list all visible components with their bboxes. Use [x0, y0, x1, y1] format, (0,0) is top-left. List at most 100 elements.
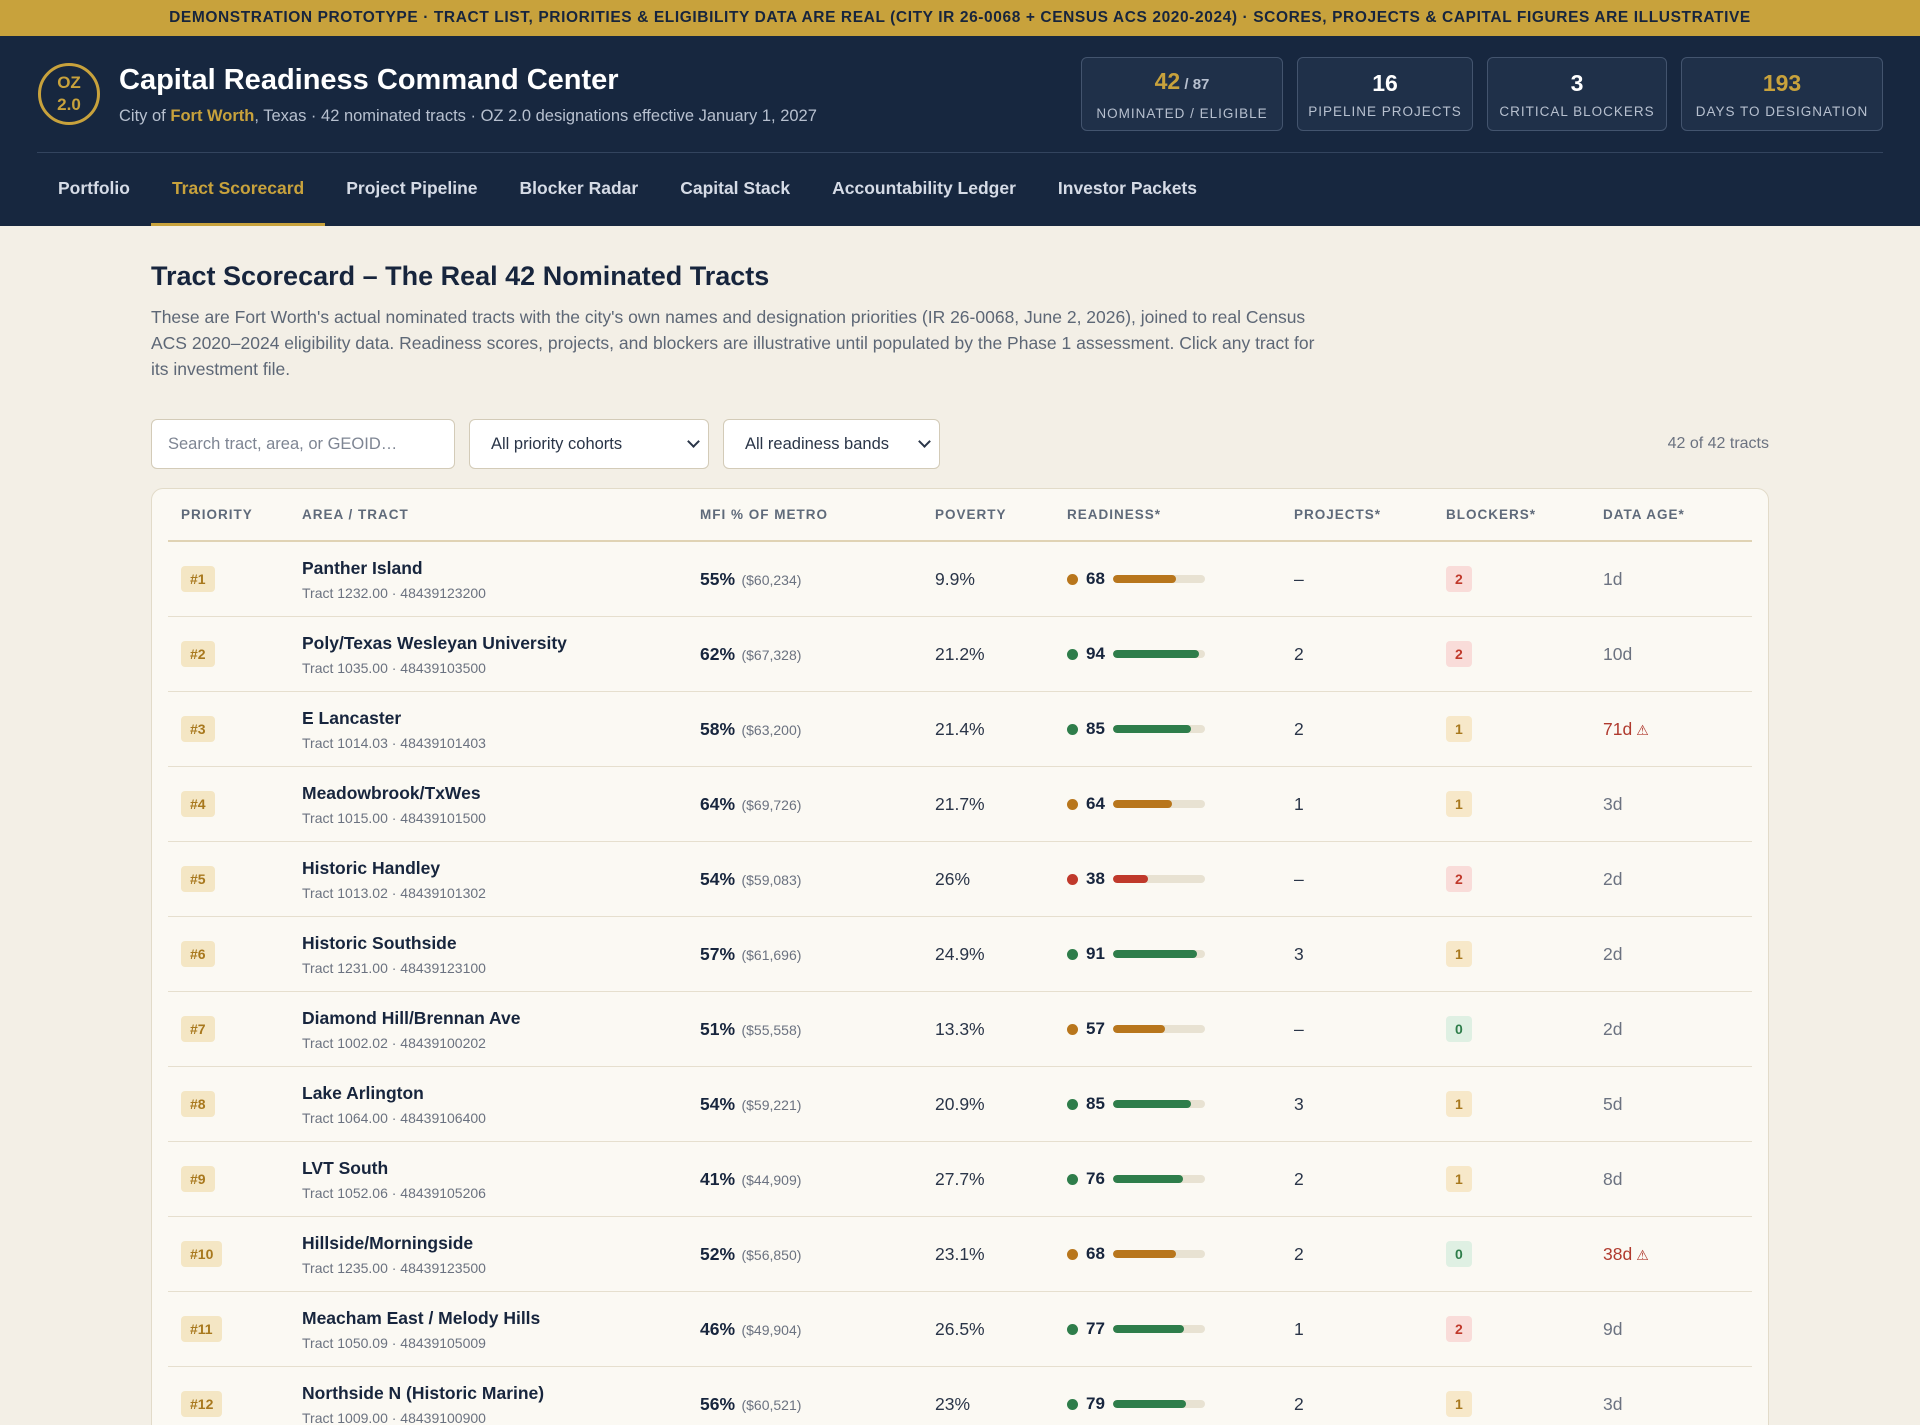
readiness-dot	[1067, 948, 1078, 960]
data-age: 38d ⚠	[1603, 1244, 1649, 1264]
search-input[interactable]	[151, 419, 455, 469]
stat-pipeline-projects: 16 PIPELINE PROJECTS	[1297, 57, 1473, 131]
col-data-age: DATA AGE*	[1603, 507, 1685, 522]
tab-portfolio[interactable]: Portfolio	[37, 153, 151, 226]
mfi-dollars: ($60,521)	[741, 1396, 802, 1413]
table-row[interactable]: #5 Historic Handley Tract 1013.02 · 484391…	[168, 842, 1752, 917]
tab-capital-stack[interactable]: Capital Stack	[659, 153, 811, 226]
readiness-dot	[1067, 1098, 1078, 1110]
readiness-score: 68	[1086, 569, 1105, 588]
poverty-cell: 13.3%	[935, 1018, 985, 1039]
mfi-percent: 57%	[700, 943, 736, 964]
area-tract-cell: Poly/Texas Wesleyan University Tract 1035…	[302, 633, 700, 676]
readiness-bar-fill	[1113, 575, 1176, 583]
mfi-percent: 46%	[700, 1318, 736, 1339]
table-row[interactable]: #3 E Lancaster Tract 1014.03 · 48439101403…	[168, 692, 1752, 767]
readiness-score: 77	[1086, 1319, 1105, 1338]
city-name: Fort Worth	[170, 106, 255, 125]
readiness-indicator: 85	[1067, 719, 1294, 739]
readiness-band-select[interactable]: All readiness bands	[723, 419, 940, 469]
blocker-badge: 0	[1446, 1241, 1472, 1267]
blocker-badge: 1	[1446, 941, 1472, 967]
tract-name: Historic Handley	[302, 857, 441, 878]
readiness-bar	[1113, 1025, 1205, 1033]
priority-cell: #11	[168, 1316, 302, 1342]
mfi-dollars: ($44,909)	[741, 1171, 802, 1188]
readiness-bar	[1113, 1250, 1205, 1258]
poverty-cell: 26%	[935, 868, 971, 889]
tract-name: Poly/Texas Wesleyan University	[302, 632, 567, 653]
table-row[interactable]: #7 Diamond Hill/Brennan Ave Tract 1002.02 …	[168, 992, 1752, 1067]
stat-label: DAYS TO DESIGNATION	[1695, 103, 1869, 119]
table-row[interactable]: #4 Meadowbrook/TxWes Tract 1015.00 · 48439…	[168, 767, 1752, 842]
area-tract-cell: Historic Handley Tract 1013.02 · 48439101…	[302, 858, 700, 901]
data-age-cell: 2d	[1603, 869, 1752, 890]
tract-id: Tract 1232.00 · 48439123200	[302, 584, 486, 601]
table-row[interactable]: #8 Lake Arlington Tract 1064.00 · 48439106…	[168, 1067, 1752, 1142]
mfi-cell: 54% ($59,083)	[700, 869, 935, 890]
tract-name: E Lancaster	[302, 707, 402, 728]
tab-investor-packets[interactable]: Investor Packets	[1037, 153, 1218, 226]
app-title: Capital Readiness Command Center	[119, 63, 619, 96]
readiness-bar-fill	[1113, 725, 1192, 733]
table-row[interactable]: #1 Panther Island Tract 1232.00 · 48439123…	[168, 542, 1752, 617]
tract-name: Diamond Hill/Brennan Ave	[302, 1007, 521, 1028]
mfi-cell: 58% ($63,200)	[700, 719, 935, 740]
table-body: #1 Panther Island Tract 1232.00 · 48439123…	[168, 542, 1752, 1425]
tab-blocker-radar[interactable]: Blocker Radar	[499, 153, 660, 226]
projects-cell: 2	[1294, 718, 1304, 739]
area-tract-cell: Northside N (Historic Marine) Tract 1009.…	[302, 1383, 700, 1425]
tab-tract-scorecard[interactable]: Tract Scorecard	[150, 153, 326, 226]
tract-id: Tract 1014.03 · 48439101403	[302, 734, 486, 751]
readiness-indicator: 38	[1067, 869, 1294, 889]
priority-cohort-select[interactable]: All priority cohorts	[469, 419, 709, 469]
readiness-bar	[1113, 950, 1205, 958]
readiness-dot	[1067, 1023, 1078, 1035]
projects-cell: 3	[1294, 943, 1304, 964]
readiness-indicator: 64	[1067, 794, 1294, 814]
subtitle-pre: City of	[119, 106, 171, 125]
projects-cell: 2	[1294, 643, 1304, 664]
mfi-dollars: ($59,221)	[741, 1096, 802, 1113]
readiness-bar-fill	[1113, 650, 1200, 658]
readiness-cell: 94	[1067, 644, 1294, 664]
mfi-dollars: ($61,696)	[741, 946, 802, 963]
main-content: Tract Scorecard – The Real 42 Nominated …	[0, 261, 1920, 1425]
tract-count: 42 of 42 tracts	[1667, 435, 1769, 452]
oz-logo: OZ 2.0	[38, 63, 100, 125]
readiness-score: 85	[1086, 1094, 1105, 1113]
stat-label: CRITICAL BLOCKERS	[1499, 103, 1655, 119]
stat-nominated-suffix: / 87	[1180, 75, 1210, 93]
blocker-badge: 2	[1446, 866, 1472, 892]
table-row[interactable]: #6 Historic Southside Tract 1231.00 · 4843…	[168, 917, 1752, 992]
blocker-badge: 2	[1446, 1316, 1472, 1342]
readiness-bar	[1113, 725, 1205, 733]
data-age-cell: 2d	[1603, 944, 1752, 965]
priority-cell: #5	[168, 866, 302, 892]
readiness-score: 79	[1086, 1394, 1105, 1413]
table-row[interactable]: #12 Northside N (Historic Marine) Tract 10…	[168, 1367, 1752, 1425]
table-row[interactable]: #9 LVT South Tract 1052.06 · 48439105206 41…	[168, 1142, 1752, 1217]
area-tract-cell: Hillside/Morningside Tract 1235.00 · 4843…	[302, 1233, 700, 1276]
priority-cell: #8	[168, 1091, 302, 1117]
tract-name: Meacham East / Melody Hills	[302, 1307, 541, 1328]
priority-cell: #4	[168, 791, 302, 817]
data-age-value: 2d	[1603, 943, 1623, 964]
tract-id: Tract 1015.00 · 48439101500	[302, 809, 486, 826]
col-area-tract: AREA / TRACT	[302, 507, 409, 522]
blocker-badge: 1	[1446, 1091, 1472, 1117]
tab-accountability-ledger[interactable]: Accountability Ledger	[811, 153, 1037, 226]
area-tract-cell: Historic Southside Tract 1231.00 · 484391…	[302, 933, 700, 976]
data-age-value: 8d	[1603, 1168, 1623, 1189]
readiness-dot	[1067, 1398, 1078, 1410]
readiness-band-value: All readiness bands	[745, 434, 890, 453]
readiness-indicator: 68	[1067, 569, 1294, 589]
table-row[interactable]: #11 Meacham East / Melody Hills Tract 1050…	[168, 1292, 1752, 1367]
table-row[interactable]: #10 Hillside/Morningside Tract 1235.00 · 4…	[168, 1217, 1752, 1292]
mfi-percent: 62%	[700, 643, 736, 664]
data-age-value: 71d	[1603, 718, 1633, 739]
blockers-cell: 1	[1446, 1166, 1603, 1192]
col-readiness: READINESS*	[1067, 507, 1162, 522]
tab-project-pipeline[interactable]: Project Pipeline	[325, 153, 498, 226]
table-row[interactable]: #2 Poly/Texas Wesleyan University Tract 10…	[168, 617, 1752, 692]
